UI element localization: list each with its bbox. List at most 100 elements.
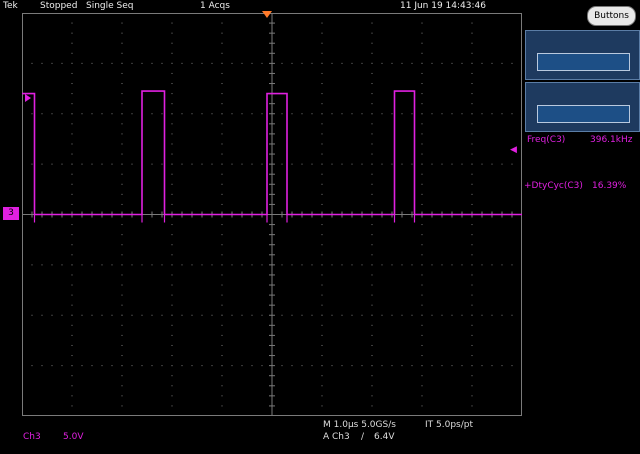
grid-dot bbox=[141, 365, 143, 367]
grid-dot bbox=[121, 22, 123, 24]
grid-dot bbox=[401, 264, 403, 266]
grid-dot bbox=[411, 62, 413, 64]
grid-dot bbox=[71, 123, 73, 125]
grid-dot bbox=[131, 314, 133, 316]
grid-dot bbox=[22, 113, 23, 115]
grid-dot bbox=[71, 13, 73, 14]
grid-dot bbox=[261, 62, 263, 64]
grid-dot bbox=[471, 244, 473, 246]
timebase-setting: M 1.0µs 5.0GS/s bbox=[323, 420, 396, 430]
grid-dot bbox=[141, 62, 143, 64]
grid-dot bbox=[381, 314, 383, 316]
grid-dot bbox=[511, 264, 513, 266]
grid-dot bbox=[51, 62, 53, 64]
grid-dot bbox=[221, 143, 223, 145]
grid-dot bbox=[361, 264, 363, 266]
grid-dot bbox=[371, 32, 373, 34]
grid-dot bbox=[121, 355, 123, 357]
grid-dot bbox=[71, 203, 73, 205]
grid-dot bbox=[71, 32, 73, 34]
grid-dot bbox=[471, 143, 473, 145]
grid-dot bbox=[371, 314, 373, 316]
trigger-position-icon[interactable] bbox=[262, 11, 272, 18]
grid-dot bbox=[101, 163, 103, 165]
grid-dot bbox=[321, 93, 323, 95]
grid-dot bbox=[321, 62, 323, 64]
grid-dot bbox=[371, 395, 373, 397]
grid-dot bbox=[121, 294, 123, 296]
grid-dot bbox=[311, 314, 313, 316]
buttons-button[interactable]: Buttons bbox=[587, 6, 636, 26]
grid-dot bbox=[71, 344, 73, 346]
grid-dot bbox=[471, 83, 473, 85]
grid-dot bbox=[471, 193, 473, 195]
grid-dot bbox=[71, 264, 73, 266]
grid-dot bbox=[221, 365, 223, 367]
grid-dot bbox=[131, 163, 133, 165]
grid-dot bbox=[171, 324, 173, 326]
grid-dot bbox=[171, 344, 173, 346]
grid-dot bbox=[311, 163, 313, 165]
grid-dot bbox=[301, 365, 303, 367]
grid-dot bbox=[151, 264, 153, 266]
grid-dot bbox=[481, 365, 483, 367]
grid-dot bbox=[121, 103, 123, 105]
grid-dot bbox=[121, 264, 123, 266]
grid-dot bbox=[131, 62, 133, 64]
grid-dot bbox=[191, 62, 193, 64]
grid-dot bbox=[371, 324, 373, 326]
grid-dot bbox=[371, 284, 373, 286]
grid-dot bbox=[221, 395, 223, 397]
side-panel-1-slot[interactable] bbox=[537, 53, 630, 71]
grid-dot bbox=[371, 123, 373, 125]
grid-dot bbox=[371, 355, 373, 357]
channel-3-marker[interactable]: 3 bbox=[3, 207, 19, 220]
grid-dot bbox=[351, 264, 353, 266]
grid-dot bbox=[221, 355, 223, 357]
grid-dot bbox=[471, 93, 473, 95]
grid-dot bbox=[191, 314, 193, 316]
side-panel-1[interactable] bbox=[525, 30, 640, 80]
grid-dot bbox=[151, 314, 153, 316]
grid-dot bbox=[341, 264, 343, 266]
grid-dot bbox=[521, 264, 522, 266]
grid-dot bbox=[421, 415, 423, 416]
grid-dot bbox=[121, 314, 123, 316]
grid-dot bbox=[481, 113, 483, 115]
grid-dot bbox=[321, 193, 323, 195]
grid-dot bbox=[31, 314, 33, 316]
grid-dot bbox=[71, 52, 73, 54]
grid-dot bbox=[371, 294, 373, 296]
acquisition-count: 1 Acqs bbox=[200, 1, 230, 11]
grid-dot bbox=[471, 133, 473, 135]
grid-dot bbox=[481, 264, 483, 266]
grid-dot bbox=[471, 62, 473, 64]
grid-dot bbox=[231, 62, 233, 64]
channel-scale: 5.0V bbox=[63, 432, 84, 442]
grid-dot bbox=[221, 244, 223, 246]
grid-dot bbox=[321, 344, 323, 346]
grid-dot bbox=[171, 405, 173, 407]
grid-dot bbox=[171, 153, 173, 155]
grid-dot bbox=[71, 365, 73, 367]
grid-dot bbox=[71, 93, 73, 95]
grid-dot bbox=[321, 304, 323, 306]
grid-dot bbox=[481, 314, 483, 316]
grid-dot bbox=[371, 153, 373, 155]
grid-dot bbox=[371, 344, 373, 346]
grid-dot bbox=[461, 163, 463, 165]
grid-dot bbox=[171, 274, 173, 276]
grid-dot bbox=[471, 324, 473, 326]
grid-dot bbox=[331, 264, 333, 266]
grid-dot bbox=[371, 83, 373, 85]
grid-dot bbox=[321, 32, 323, 34]
side-panel-2-slot[interactable] bbox=[537, 105, 630, 123]
grid-dot bbox=[111, 264, 113, 266]
grid-dot bbox=[221, 294, 223, 296]
grid-dot bbox=[421, 183, 423, 185]
grid-dot bbox=[321, 355, 323, 357]
grid-dot bbox=[171, 32, 173, 34]
grid-dot bbox=[471, 103, 473, 105]
side-panel-2[interactable] bbox=[525, 82, 640, 132]
grid-dot bbox=[121, 193, 123, 195]
